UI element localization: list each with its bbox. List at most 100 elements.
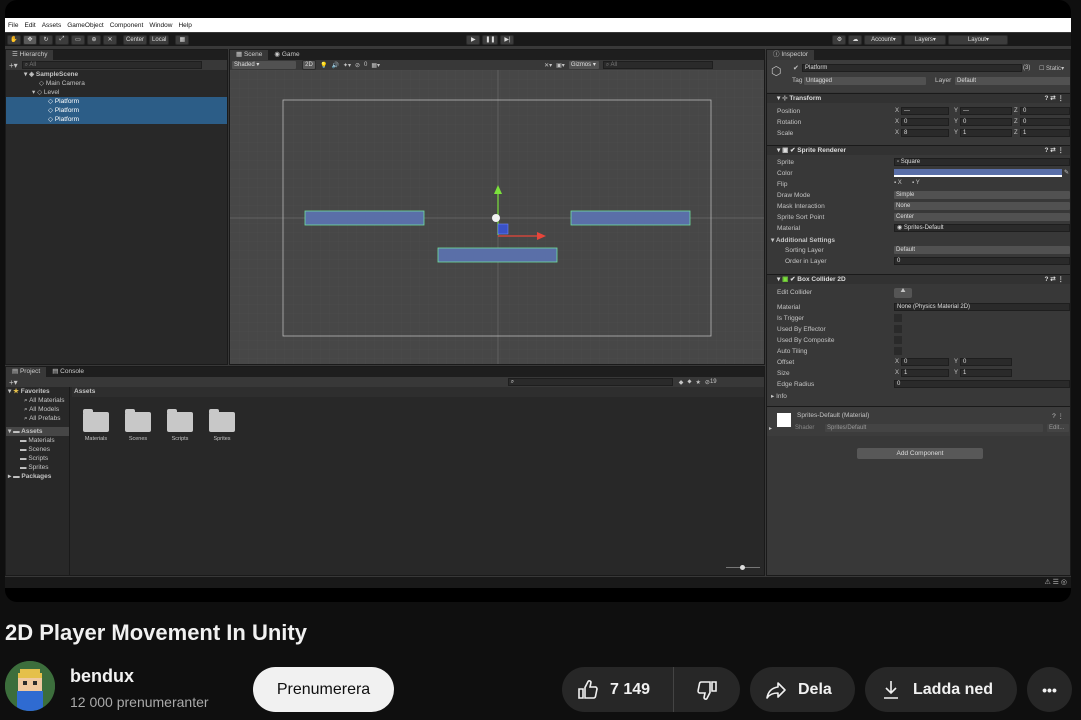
tab-console[interactable]: ▤ Console <box>46 367 90 377</box>
offset-x-field[interactable]: 0 <box>901 358 949 366</box>
custom-tool-icon[interactable]: ✕ <box>103 34 117 45</box>
channel-name[interactable]: bendux <box>70 666 134 687</box>
pivot-toggle[interactable]: Center <box>123 34 148 45</box>
tag-dropdown[interactable]: Untagged <box>804 77 926 85</box>
scene-search-input[interactable]: ⌕ All <box>602 61 713 69</box>
info-foldout[interactable]: ▸ Info <box>771 392 787 400</box>
offset-y-field[interactable]: 0 <box>960 358 1012 366</box>
scene-canvas[interactable] <box>230 70 765 365</box>
material-field[interactable]: ◉ Sprites-Default <box>894 224 1070 232</box>
order-field[interactable]: 0 <box>894 257 1070 265</box>
zoom-slider-thumb[interactable] <box>740 565 745 570</box>
mask-dropdown[interactable]: None <box>894 202 1070 210</box>
gizmos-dropdown[interactable]: Gizmos ▾ <box>568 61 599 69</box>
more-actions-button[interactable]: ••• <box>1027 667 1072 712</box>
transform-header[interactable]: ▾ ⊹ Transform? ⇄ ⋮ <box>767 93 1070 103</box>
static-toggle[interactable]: ☐ Static▾ <box>1039 65 1064 72</box>
hierarchy-row-platform-1[interactable]: ◇ Platform <box>6 97 227 106</box>
breadcrumb-assets[interactable]: Assets <box>74 388 95 395</box>
hierarchy-row-scene[interactable]: ▾ ◈ SampleScene <box>6 70 227 79</box>
sort-point-dropdown[interactable]: Center <box>894 213 1070 221</box>
scale-x-field[interactable]: 8 <box>901 129 949 137</box>
edit-collider-button[interactable]: ⛰ <box>894 288 912 298</box>
shader-edit-button[interactable]: Edit... <box>1047 424 1069 432</box>
flip-x-checkbox[interactable]: ▪ X <box>894 180 902 186</box>
component-menu-icon[interactable]: ? ⇄ ⋮ <box>1044 146 1064 156</box>
tree-scenes[interactable]: ▬ Scenes <box>6 445 69 454</box>
tree-favorites[interactable]: ▾ ★ Favorites <box>6 387 69 396</box>
scale-z-field[interactable]: 1 <box>1020 129 1070 137</box>
shading-dropdown[interactable]: Shaded ▾ <box>232 61 296 69</box>
hierarchy-row-camera[interactable]: ◇ Main Camera <box>6 79 227 88</box>
tools-icon[interactable]: ✕▾ <box>544 62 552 69</box>
hidden-objects-icon[interactable]: ⊘ <box>355 62 360 69</box>
eyedropper-icon[interactable]: ✎ <box>1064 169 1069 176</box>
hierarchy-row-platform-3[interactable]: ◇ Platform <box>6 115 227 124</box>
hierarchy-search-input[interactable]: ⌕ All <box>21 61 202 69</box>
tree-all-materials[interactable]: ⌕ All Materials <box>6 396 69 405</box>
box-collider-header[interactable]: ▾ ▣ ✔ Box Collider 2D? ⇄ ⋮ <box>767 274 1070 284</box>
rect-tool-icon[interactable]: ▭ <box>71 34 85 45</box>
pause-button[interactable]: ❚❚ <box>482 34 499 45</box>
additional-settings-foldout[interactable]: ▾ Additional Settings <box>771 236 835 244</box>
tab-inspector[interactable]: ⓘ Inspector <box>767 50 815 60</box>
trigger-checkbox[interactable] <box>894 314 902 322</box>
menu-file[interactable]: File <box>8 22 18 29</box>
sprite-field[interactable]: ▫ Square <box>894 158 1070 166</box>
menu-help[interactable]: Help <box>178 22 191 29</box>
rotation-y-field[interactable]: 0 <box>960 118 1012 126</box>
folder-materials[interactable]: Materials <box>81 409 111 442</box>
light-icon[interactable]: 💡 <box>320 62 327 69</box>
color-swatch[interactable] <box>894 169 1062 177</box>
account-dropdown[interactable]: Account ▾ <box>864 34 903 45</box>
like-button[interactable]: 7 149 <box>562 667 674 712</box>
space-toggle[interactable]: Local <box>149 34 170 45</box>
add-object-icon[interactable]: +▾ <box>9 61 18 70</box>
tree-assets[interactable]: ▾ ▬ Assets <box>6 427 69 436</box>
layout-dropdown[interactable]: Layout ▾ <box>948 34 1009 45</box>
scale-tool-icon[interactable]: ⤢ <box>55 34 69 45</box>
folder-sprites[interactable]: Sprites <box>207 409 237 442</box>
size-x-field[interactable]: 1 <box>901 369 949 377</box>
tree-sprites[interactable]: ▬ Sprites <box>6 463 69 472</box>
layers-dropdown[interactable]: Layers ▾ <box>904 34 947 45</box>
effector-checkbox[interactable] <box>894 325 902 333</box>
flip-y-checkbox[interactable]: ▪ Y <box>912 180 920 186</box>
platform-sprite-right[interactable] <box>570 210 691 226</box>
size-y-field[interactable]: 1 <box>960 369 1012 377</box>
transform-tool-icon[interactable]: ⊕ <box>87 34 101 45</box>
hierarchy-row-platform-2[interactable]: ◇ Platform <box>6 106 227 115</box>
create-asset-icon[interactable]: +▾ <box>9 378 18 387</box>
play-button[interactable]: ▶ <box>466 34 481 45</box>
grid-snap-icon[interactable]: ▦ <box>175 34 190 45</box>
platform-sprite-bottom[interactable] <box>437 247 558 263</box>
add-component-button[interactable]: Add Component <box>857 448 983 459</box>
position-y-field[interactable]: — <box>960 107 1012 115</box>
step-button[interactable]: ▶| <box>500 34 515 45</box>
collab-icon[interactable]: ⚙ <box>832 34 847 45</box>
shader-dropdown[interactable]: Sprites/Default <box>825 424 1043 432</box>
menu-window[interactable]: Window <box>149 22 172 29</box>
tree-materials[interactable]: ▬ Materials <box>6 436 69 445</box>
filter-type-icon[interactable]: ◆ <box>679 379 684 386</box>
zoom-slider[interactable] <box>726 565 760 570</box>
tree-scripts[interactable]: ▬ Scripts <box>6 454 69 463</box>
move-tool-icon[interactable]: ✥ <box>23 34 37 45</box>
platform-sprite-left[interactable] <box>304 210 425 226</box>
cloud-icon[interactable]: ☁ <box>848 34 863 45</box>
tab-game[interactable]: ◉ Game <box>268 50 305 60</box>
effects-icon[interactable]: ✦▾ <box>343 62 351 69</box>
grid-icon[interactable]: ▦▾ <box>371 62 380 69</box>
rotate-tool-icon[interactable]: ↻ <box>39 34 53 45</box>
sorting-layer-dropdown[interactable]: Default <box>894 246 1070 254</box>
tree-all-models[interactable]: ⌕ All Models <box>6 405 69 414</box>
draw-mode-dropdown[interactable]: Simple <box>894 191 1070 199</box>
channel-avatar[interactable] <box>5 661 55 711</box>
rotation-z-field[interactable]: 0 <box>1020 118 1070 126</box>
hand-tool-icon[interactable]: ✋ <box>7 34 21 45</box>
position-z-field[interactable]: 0 <box>1020 107 1070 115</box>
edge-field[interactable]: 0 <box>894 380 1070 388</box>
camera-icon[interactable]: ▣▾ <box>556 62 565 69</box>
favorite-star-icon[interactable]: ★ <box>696 379 701 386</box>
dislike-button[interactable] <box>674 667 740 712</box>
